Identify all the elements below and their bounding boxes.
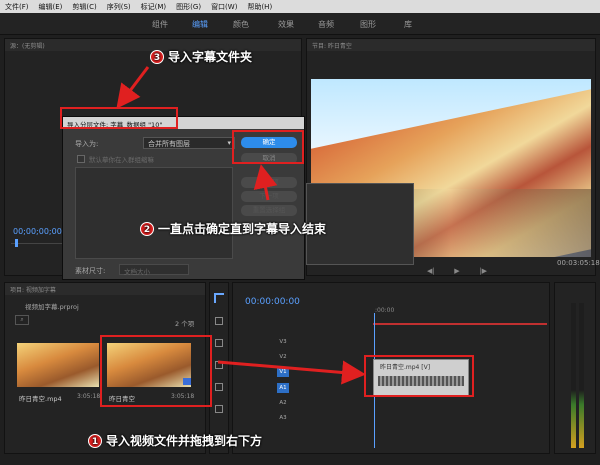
tab-color[interactable]: 颜色 — [233, 19, 249, 30]
tools-panel — [209, 282, 229, 454]
highlight-ok-button — [232, 130, 304, 164]
play-icon[interactable]: ▶ — [454, 267, 459, 275]
track-v1[interactable]: V1 — [277, 367, 289, 377]
tab-effects[interactable]: 效果 — [278, 19, 294, 30]
track-a3[interactable]: A3 — [277, 413, 289, 423]
menu-help[interactable]: 帮助(H) — [242, 2, 277, 12]
project-panel-title: 项目: 视频加字幕 — [5, 283, 205, 295]
track-v2[interactable]: V2 — [277, 352, 289, 362]
project-item-thumbnail[interactable] — [17, 343, 99, 387]
annotation-3: 3 导入字幕文件夹 — [150, 48, 252, 65]
ripple-tool-icon[interactable] — [215, 339, 223, 347]
import-as-value: 合并所有图层 — [148, 140, 190, 148]
annotation-1: 1 导入视频文件并拖拽到右下方 — [88, 432, 262, 449]
import-as-label: 导入为: — [75, 140, 99, 148]
highlight-timeline-clip — [364, 355, 474, 397]
tab-graphics[interactable]: 图形 — [360, 19, 376, 30]
footage-size-select[interactable]: 文档大小 — [119, 264, 189, 276]
checkbox-label: 默认摹你在入群组缩嘛 — [89, 156, 154, 164]
step-forward-icon[interactable]: |▶ — [479, 267, 487, 275]
step-back-icon[interactable]: ◀| — [427, 267, 435, 275]
annotation-2: 2 一直点击确定直到字幕导入结束 — [140, 220, 326, 237]
reset-selection-button[interactable]: 重置选择组 — [241, 205, 297, 216]
highlight-dialog-title — [60, 107, 178, 129]
chevron-down-icon: ▾ — [227, 139, 231, 147]
audio-meter-panel — [554, 282, 596, 454]
search-icon[interactable]: ⌕ — [15, 315, 29, 325]
track-a1[interactable]: A1 — [277, 383, 289, 393]
selection-tool-icon[interactable] — [214, 293, 224, 303]
tab-audio[interactable]: 音频 — [318, 19, 334, 30]
footage-size-value: 文档大小 — [124, 268, 150, 276]
next-button[interactable]: 下一项 — [241, 191, 297, 202]
tab-libraries[interactable]: 库 — [404, 19, 412, 30]
menu-clip[interactable]: 剪辑(C) — [67, 2, 101, 12]
menu-graphics[interactable]: 图形(G) — [171, 2, 206, 12]
razor-tool-icon[interactable] — [215, 361, 223, 369]
slip-tool-icon[interactable] — [215, 383, 223, 391]
transport-controls: ◀| ▶ |▶ — [427, 267, 487, 275]
previous-button[interactable]: 上一项 — [241, 177, 297, 188]
track-select-tool-icon[interactable] — [215, 317, 223, 325]
import-as-select[interactable]: 合并所有图层 ▾ — [143, 137, 235, 149]
track-a2[interactable]: A2 — [277, 398, 289, 408]
pen-tool-icon[interactable] — [215, 405, 223, 413]
audio-meter-left — [571, 303, 576, 448]
default-checkbox[interactable] — [77, 155, 85, 163]
timeline-timecode: 00:00:00:00 — [245, 297, 300, 307]
item-count: 2 个项 — [175, 320, 195, 328]
program-panel-title: 节目: 昨日青空 — [307, 39, 595, 51]
tab-editing[interactable]: 编辑 — [192, 19, 208, 30]
menu-bar: 文件(F) 编辑(E) 剪辑(C) 序列(S) 标记(M) 图形(G) 窗口(W… — [0, 0, 600, 13]
project-item-name: 昨日青空.mp4 — [19, 395, 62, 403]
menu-file[interactable]: 文件(F) — [0, 2, 34, 12]
project-item-duration: 3:05:18 — [77, 393, 101, 400]
project-filename: 视频加字幕.prproj — [25, 303, 79, 311]
tab-assembly[interactable]: 组件 — [152, 19, 168, 30]
menu-edit[interactable]: 编辑(E) — [34, 2, 68, 12]
track-v3[interactable]: V3 — [277, 337, 289, 347]
program-timecode-end: 00:03:05:18 — [557, 259, 600, 267]
work-area-bar — [373, 323, 547, 325]
source-timecode: 00;00;00;00 — [13, 227, 62, 236]
workspace-bar: 组件 编辑 颜色 效果 音频 图形 库 — [0, 13, 600, 35]
highlight-sequence-item — [100, 335, 212, 407]
ruler-start: :00:00 — [375, 307, 395, 314]
source-playhead[interactable] — [15, 239, 18, 247]
menu-window[interactable]: 窗口(W) — [206, 2, 242, 12]
footage-size-label: 素材尺寸: — [75, 267, 106, 275]
audio-meter-right — [579, 303, 584, 448]
menu-marker[interactable]: 标记(M) — [136, 2, 172, 12]
menu-sequence[interactable]: 序列(S) — [102, 2, 136, 12]
layers-list[interactable] — [75, 167, 233, 259]
